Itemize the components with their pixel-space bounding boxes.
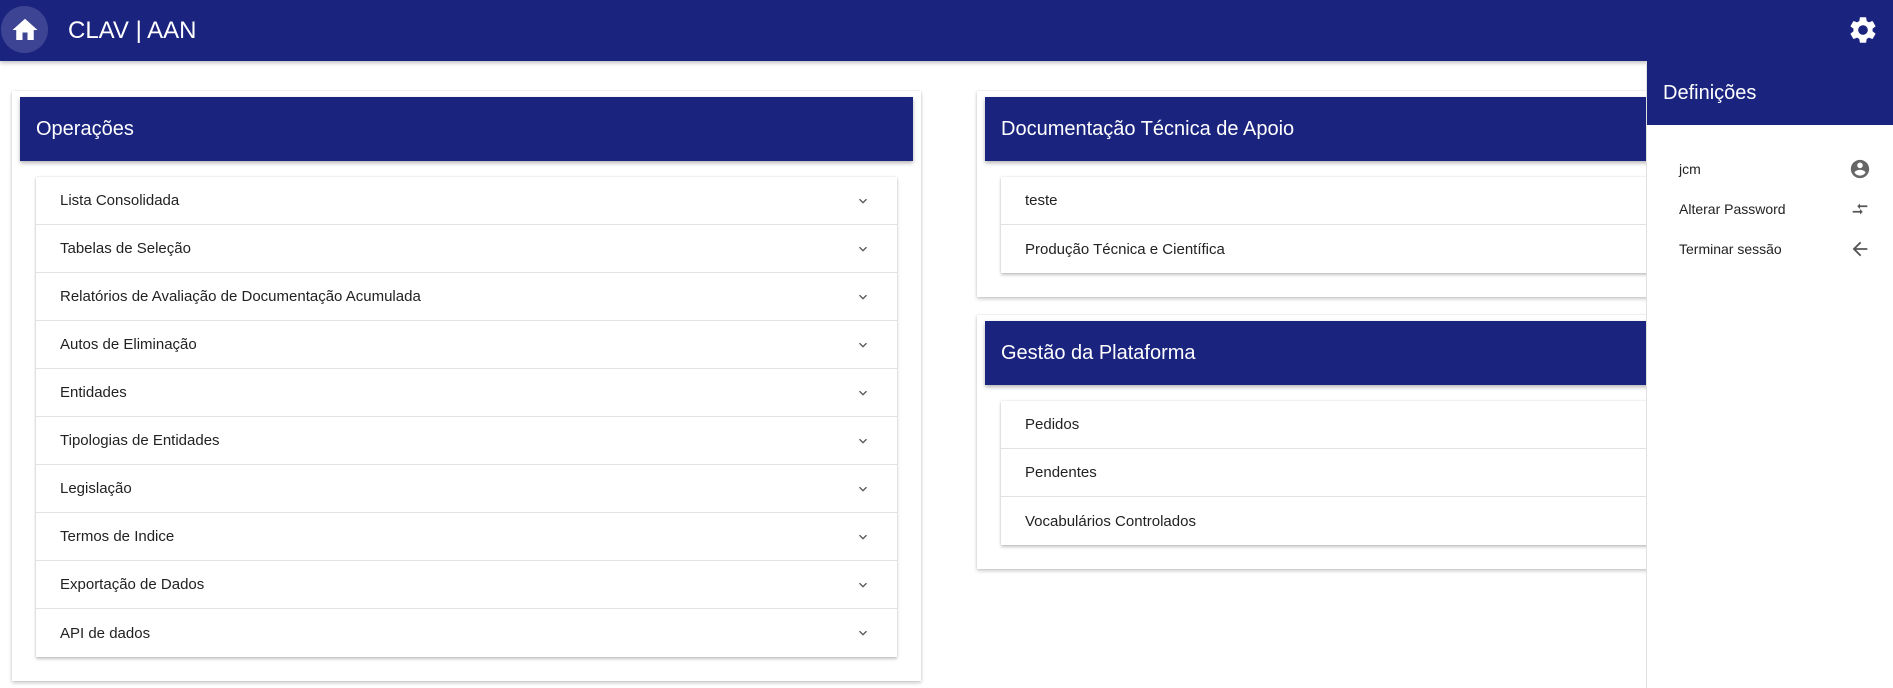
home-icon [12, 18, 37, 40]
operacoes-title: Operações [36, 117, 134, 140]
arrow-left-icon [1852, 241, 1868, 257]
chevron-down-icon [859, 438, 867, 444]
account-circle-icon [1850, 159, 1870, 179]
panel-item-label: Produção Técnica e Científica [1025, 240, 1225, 258]
panel-item-label: Exportação de Dados [60, 576, 205, 593]
panel-item-relatorios-avaliacao[interactable]: Relatórios de Avaliação de Documentação … [36, 273, 897, 321]
chevron-down-icon [859, 294, 867, 300]
panel-item-legislacao[interactable]: Legislação [36, 465, 897, 513]
panel-item-teste[interactable]: teste [1001, 177, 1661, 225]
operacoes-list: Lista Consolidada Tabelas de Seleção Rel… [36, 177, 897, 657]
documentacao-card: Documentação Técnica de Apoio teste Prod… [977, 91, 1677, 297]
gestao-title: Gestão da Plataforma [1001, 341, 1196, 364]
drawer-header: Definições [1647, 61, 1893, 125]
chevron-down-icon [859, 534, 867, 540]
panel-item-tabelas-selecao[interactable]: Tabelas de Seleção [36, 225, 897, 273]
panel-item-label: API de dados [60, 624, 151, 642]
chevron-down-icon [859, 630, 867, 636]
documentacao-title: Documentação Técnica de Apoio [1001, 117, 1295, 140]
chevron-down-icon [859, 486, 867, 492]
panel-item-vocabularios[interactable]: Vocabulários Controlados [1001, 497, 1661, 545]
panel-item-autos-eliminacao[interactable]: Autos de Eliminação [36, 321, 897, 369]
panel-item-label: teste [1025, 192, 1058, 209]
app-title: CLAV | AAN [68, 17, 197, 44]
drawer-item-terminar-sessao[interactable]: Terminar sessão [1647, 229, 1893, 269]
panel-item-label: Legislação [60, 480, 132, 497]
gestao-list: Pedidos Pendentes Vocabulários Controlad… [1001, 401, 1661, 545]
chevron-down-icon [859, 342, 867, 348]
settings-button[interactable] [1843, 10, 1883, 50]
panel-item-producao-tecnica[interactable]: Produção Técnica e Científica [1001, 225, 1661, 273]
panel-item-api-dados[interactable]: API de dados [36, 609, 897, 657]
drawer-item-user[interactable]: jcm [1647, 149, 1893, 189]
app-bar: CLAV | AAN [0, 0, 1893, 61]
documentacao-list: teste Produção Técnica e Científica [1001, 177, 1661, 273]
panel-item-label: Tabelas de Seleção [60, 240, 191, 257]
swap-arrows-icon [1852, 203, 1868, 215]
panel-item-exportacao-dados[interactable]: Exportação de Dados [36, 561, 897, 609]
panel-item-label: Lista Consolidada [60, 192, 180, 209]
operacoes-card: Operações Lista Consolidada Tabelas de S… [12, 91, 921, 681]
drawer-item-alterar-password[interactable]: Alterar Password [1647, 189, 1893, 229]
chevron-down-icon [859, 582, 867, 588]
drawer-title: Definições [1663, 81, 1757, 104]
panel-item-pendentes[interactable]: Pendentes [1001, 449, 1661, 497]
panel-item-label: Termos de Indice [60, 528, 175, 545]
panel-item-label: Autos de Eliminação [60, 336, 197, 353]
drawer-item-label: jcm [1679, 161, 1701, 177]
operacoes-header: Operações [20, 97, 913, 161]
gestao-card: Gestão da Plataforma Pedidos Pendentes V… [977, 315, 1677, 569]
panel-item-label: Pedidos [1025, 416, 1080, 433]
drawer-item-label: Alterar Password [1679, 201, 1786, 217]
documentacao-header: Documentação Técnica de Apoio [985, 97, 1669, 161]
panel-item-label: Vocabulários Controlados [1025, 512, 1196, 530]
panel-item-label: Tipologias de Entidades [60, 432, 220, 449]
drawer-item-label: Terminar sessão [1679, 241, 1782, 257]
panel-item-lista-consolidada[interactable]: Lista Consolidada [36, 177, 897, 225]
panel-item-label: Relatórios de Avaliação de Documentação … [60, 288, 421, 305]
panel-item-entidades[interactable]: Entidades [36, 369, 897, 417]
chevron-down-icon [859, 390, 867, 396]
panel-item-label: Pendentes [1025, 464, 1097, 481]
panel-item-termos-indice[interactable]: Termos de Indice [36, 513, 897, 561]
home-button[interactable] [1, 6, 48, 53]
settings-drawer: Definições jcm Alterar Password Terminar… [1646, 61, 1893, 688]
panel-item-pedidos[interactable]: Pedidos [1001, 401, 1661, 449]
gestao-header: Gestão da Plataforma [985, 321, 1669, 385]
chevron-down-icon [859, 198, 867, 204]
panel-item-tipologias-entidades[interactable]: Tipologias de Entidades [36, 417, 897, 465]
panel-item-label: Entidades [60, 384, 127, 401]
gear-icon [1850, 17, 1876, 43]
chevron-down-icon [859, 246, 867, 252]
